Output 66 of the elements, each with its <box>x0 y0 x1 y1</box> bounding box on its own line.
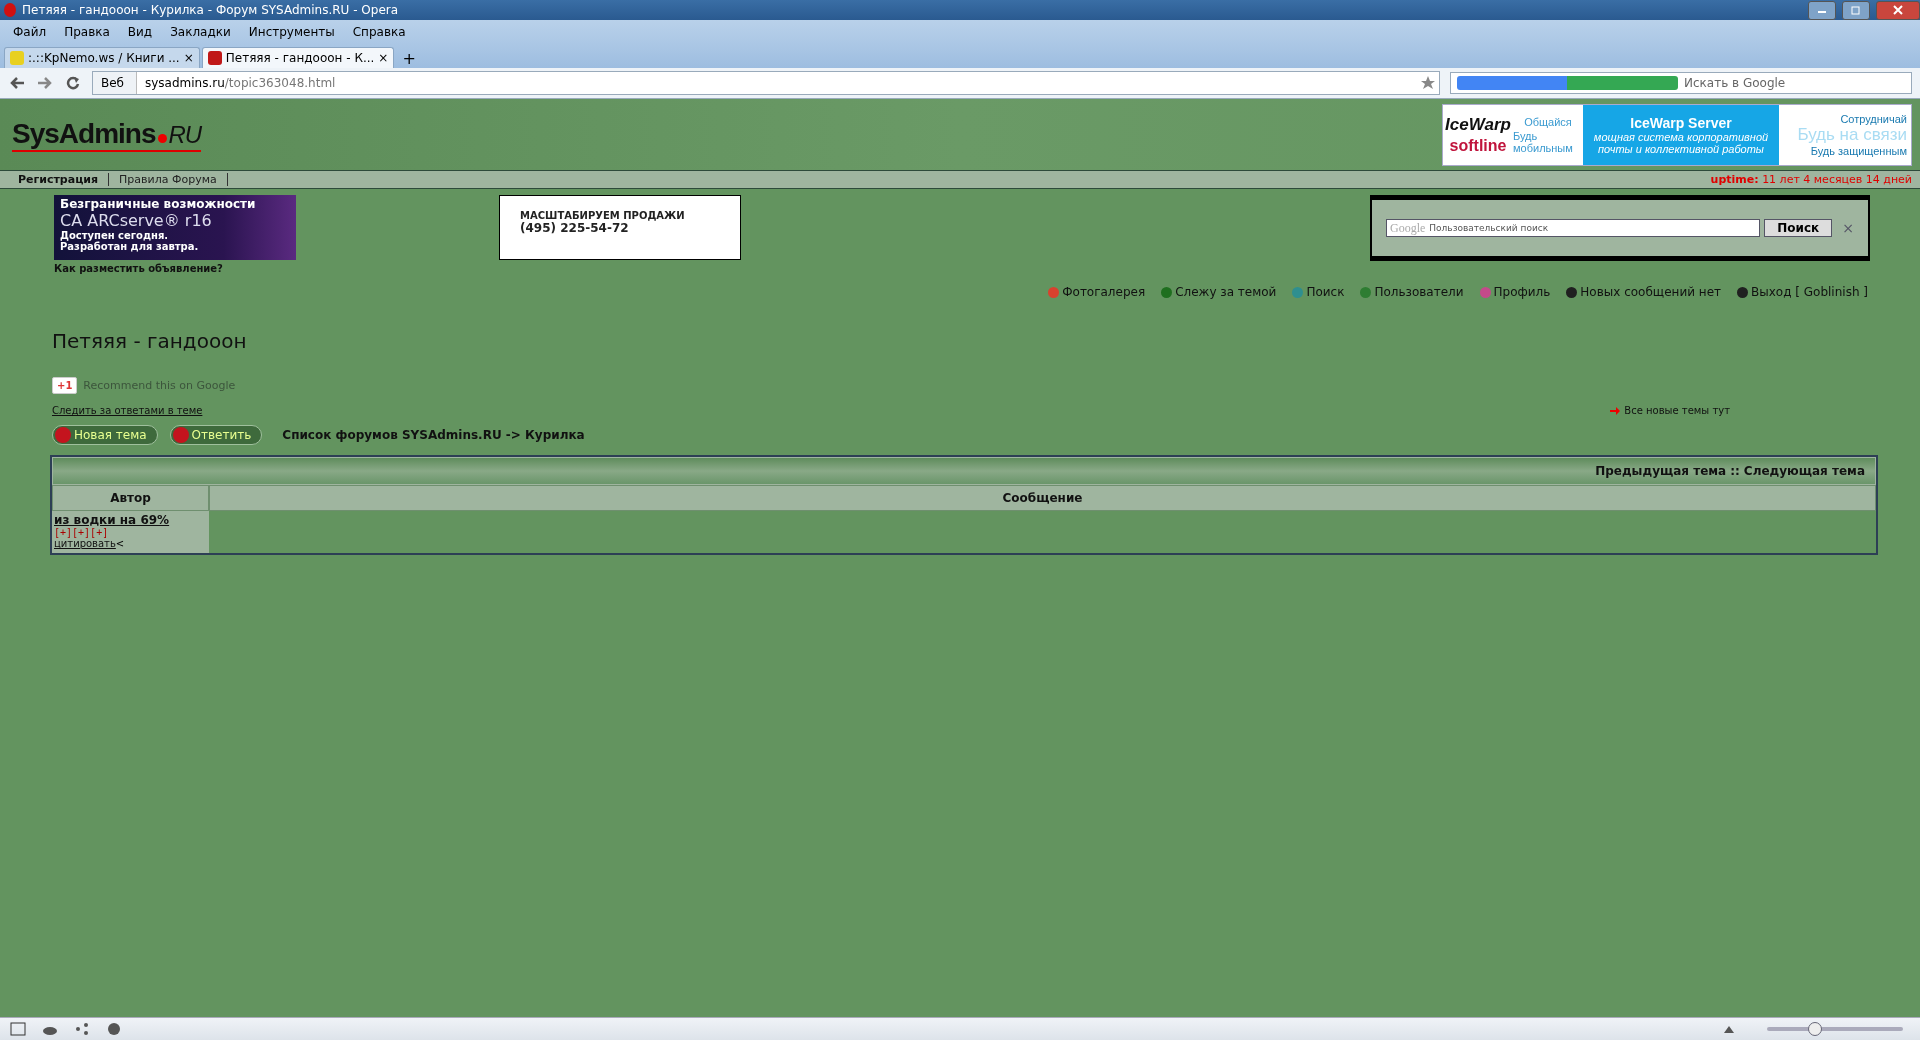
recommend-text: Recommend this on Google <box>83 378 236 392</box>
rating-marks[interactable]: [+][+][+] <box>54 527 207 538</box>
author-link[interactable]: из водки на 69% <box>54 513 207 527</box>
bookmark-star-icon[interactable] <box>1421 76 1435 90</box>
breadcrumb[interactable]: Список форумов SYSAdmins.RU -> Курилка <box>282 428 585 442</box>
menu-item[interactable]: Справка <box>343 25 415 39</box>
close-icon <box>1893 5 1903 15</box>
arrow-icon <box>1610 406 1621 415</box>
user-link[interactable]: Новых сообщений нет <box>1580 285 1721 299</box>
clear-icon[interactable]: × <box>1842 220 1854 236</box>
prev-topic-link[interactable]: Предыдущая тема <box>1595 464 1727 478</box>
topic-title: Петяяя - гандооон <box>52 329 248 353</box>
nav-link[interactable]: Правила Форума <box>109 173 228 186</box>
maximize-button[interactable] <box>1842 0 1870 20</box>
ad-banner[interactable]: Безграничные возможности CA ARCserve® r16 Доступен сегодня. Разработан для завтра. <box>54 195 296 260</box>
forward-icon[interactable] <box>36 76 54 90</box>
favicon-icon <box>207 51 222 65</box>
custom-search-field[interactable]: Google Пользовательский поиск <box>1386 219 1761 237</box>
zoom-slider-thumb[interactable] <box>1808 1022 1822 1036</box>
browser-tab[interactable]: :.::KpNemo.ws / Книги ... × <box>4 47 200 68</box>
web-mode-label[interactable]: Веб <box>93 72 137 94</box>
menu-item[interactable]: Вид <box>118 25 162 39</box>
site-logo[interactable]: SysAdmins RU <box>12 117 202 152</box>
search-field[interactable]: Искать в Google <box>1450 72 1912 94</box>
menu-item[interactable]: Файл <box>4 25 56 39</box>
back-icon[interactable] <box>8 76 26 90</box>
opera-logo-icon <box>4 3 16 17</box>
maximize-icon <box>1851 5 1861 15</box>
up-arrow-icon[interactable] <box>1724 1025 1734 1033</box>
menu-item[interactable]: Правка <box>55 25 119 39</box>
share-icon[interactable] <box>74 1022 90 1036</box>
new-topics-link[interactable]: Все новые темы тут <box>1624 405 1730 416</box>
forum-button[interactable]: Ответить <box>169 425 263 445</box>
column-header: Автор <box>52 485 209 511</box>
watch-topic-link[interactable]: Следить за ответами в теме <box>52 405 203 416</box>
user-link[interactable]: Пользователи <box>1374 285 1464 299</box>
user-link[interactable]: Фотогалерея <box>1062 285 1146 299</box>
user-link[interactable]: Выход [ Goblinish ] <box>1751 285 1868 299</box>
close-button[interactable] <box>1876 0 1920 20</box>
user-link[interactable]: Поиск <box>1306 285 1345 299</box>
close-tab-icon[interactable]: × <box>378 51 389 65</box>
bracket-text: < <box>115 538 125 549</box>
user-link[interactable]: Профиль <box>1493 285 1551 299</box>
column-header: Сообщение <box>209 485 1876 511</box>
menu-item[interactable]: Закладки <box>161 25 240 39</box>
minimize-button[interactable] <box>1808 0 1836 20</box>
menu-item[interactable]: Инструменты <box>239 25 344 39</box>
close-tab-icon[interactable]: × <box>183 51 194 65</box>
uptime-text: uptime: 11 лет 4 месяцев 14 дней <box>1710 173 1912 186</box>
window-title: Петяяя - гандооон - Курилка - Форум SYSAdmins.RU - Opera <box>22 3 399 17</box>
next-topic-link[interactable]: Следующая тема <box>1743 464 1865 478</box>
quote-link[interactable]: цитировать <box>54 538 116 549</box>
separator-text: :: <box>1730 464 1740 478</box>
panel-icon[interactable] <box>10 1022 26 1036</box>
reload-icon[interactable] <box>64 76 82 90</box>
new-tab-button[interactable]: + <box>396 49 422 68</box>
ad-banner[interactable]: МАСШТАБИРУЕМ ПРОДАЖИ (495) 225-54-72 <box>499 195 741 260</box>
browser-tab[interactable]: Петяяя - гандооон - К... × <box>201 47 395 68</box>
user-link[interactable]: Слежу за темой <box>1175 285 1277 299</box>
search-button[interactable]: Поиск <box>1764 219 1833 237</box>
google-plus-one-button[interactable]: +1 <box>52 376 78 394</box>
address-field[interactable]: Веб sysadmins.ru/topic363048.html <box>92 71 1440 95</box>
nav-link[interactable]: Регистрация <box>8 173 110 186</box>
favicon-icon <box>10 51 24 65</box>
forum-button[interactable]: Новая тема <box>52 425 158 445</box>
ad-info-link[interactable]: Как разместить объявление? <box>54 263 454 274</box>
